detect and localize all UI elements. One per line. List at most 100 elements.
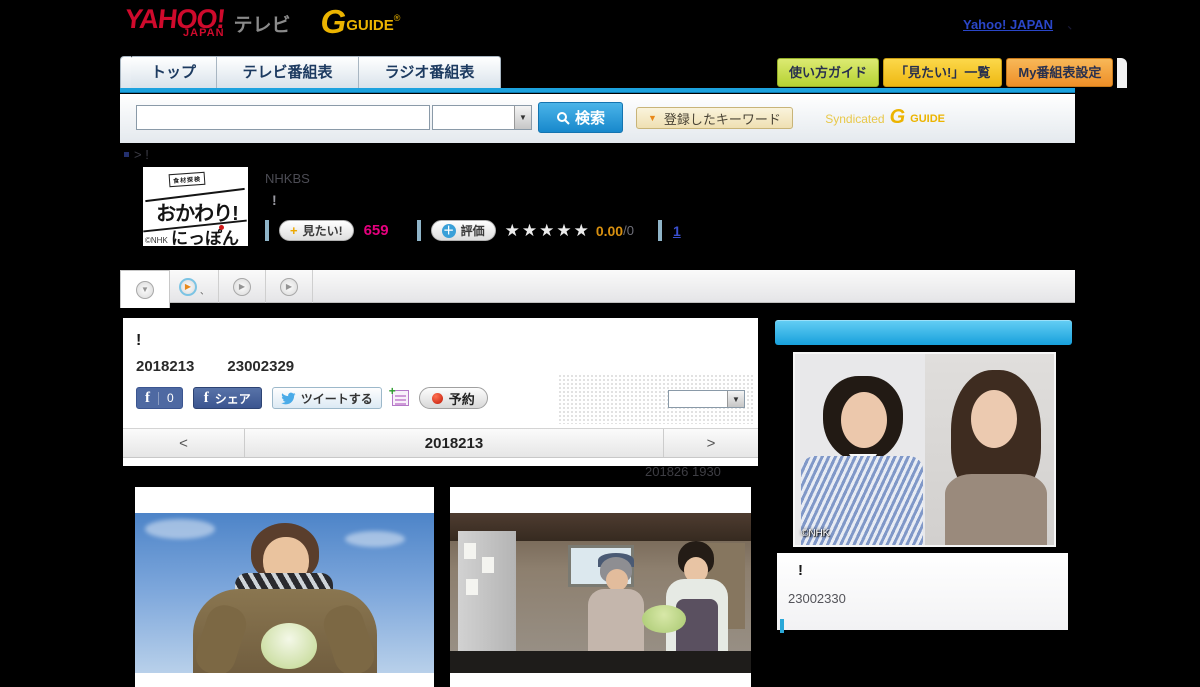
divider-bar	[265, 220, 269, 241]
sidebar-episode-panel: ! 23002330	[777, 553, 1068, 630]
select-value	[433, 106, 514, 129]
triangle-down-icon: ▼	[648, 113, 657, 123]
gguide-mini-text: GUIDE	[910, 113, 945, 125]
account-area: Yahoo! JAPAN 、	[963, 14, 1080, 33]
program-logo-image: 食材探検 おかわり! にっぽん ©NHK	[143, 167, 248, 246]
play-icon: ▶	[280, 278, 298, 296]
syndicated-gguide-logo: Syndicated G GUIDE	[825, 107, 945, 127]
registered-keywords-label: 登録したキーワード	[664, 109, 781, 128]
reserve-button-label: 予約	[449, 389, 475, 408]
gguide-logo-icon: G GUIDE ®	[321, 7, 401, 37]
star-rating-icons: ★★★★★	[505, 221, 591, 241]
breadcrumb-icon	[124, 152, 129, 157]
tweet-button-label: ツイートする	[301, 390, 373, 407]
registered-keywords-button[interactable]: ▼ 登録したキーワード	[636, 107, 793, 129]
spacer	[194, 358, 227, 375]
photo-caption	[135, 487, 434, 513]
my-listings-settings-button[interactable]: My番組表設定	[1006, 58, 1113, 87]
usage-guide-button[interactable]: 使い方ガイド	[777, 58, 879, 87]
episode-time: 23002329	[227, 358, 294, 375]
breadcrumb: > !	[124, 147, 149, 162]
mitai-list-button[interactable]: 「見たい!」一覧	[883, 58, 1002, 87]
search-input[interactable]	[136, 105, 430, 130]
gguide-mini-g: G	[890, 107, 906, 127]
yahoo-japan-tv-logo[interactable]: YAHOO! JAPAN テレビ G GUIDE ®	[125, 6, 400, 39]
chevron-down-icon: ▼	[514, 106, 531, 129]
nav-left-edge	[120, 56, 131, 89]
search-section: ▼ 検索 ▼ 登録したキーワード Syndicated G GUIDE	[120, 94, 1075, 143]
nhk-copyright: ©NHK	[801, 528, 829, 539]
episode-photo-card	[450, 487, 751, 687]
yahoo-logo-text: YAHOO!	[124, 6, 226, 32]
media-tab-video-2[interactable]: ▶	[219, 270, 266, 303]
divider	[158, 392, 159, 405]
facebook-like-count: 0	[167, 391, 174, 405]
nav-tab-top[interactable]: トップ	[131, 56, 217, 89]
facebook-share-button[interactable]: f シェア	[193, 387, 262, 409]
rating-denominator: /0	[623, 223, 634, 238]
media-tab-video-1[interactable]: ▶ 、	[170, 270, 219, 303]
divider-bar	[658, 220, 662, 241]
select-value	[669, 391, 727, 407]
facebook-icon: f	[145, 390, 150, 407]
rate-button[interactable]: ＋ 評価	[431, 220, 496, 241]
next-airing-text: 201826 1930	[645, 464, 721, 479]
nav-right-edge	[1117, 58, 1127, 88]
divider-bar	[417, 220, 421, 241]
record-dot-icon	[432, 393, 443, 404]
search-category-select[interactable]: ▼	[432, 105, 532, 130]
mitai-button[interactable]: + 見たい!	[279, 220, 354, 241]
nhk-copyright: ©NHK	[145, 236, 168, 245]
down-arrow-icon: ▼	[136, 281, 154, 299]
media-tab-info[interactable]: ▼	[120, 270, 170, 308]
episode-select[interactable]: ▼	[668, 390, 745, 408]
photo-caption	[450, 487, 751, 513]
rate-button-label: 評価	[461, 222, 485, 239]
tv-label: テレビ	[234, 10, 291, 37]
search-button[interactable]: 検索	[538, 102, 623, 133]
search-button-label: 検索	[575, 107, 605, 128]
twitter-bird-icon	[281, 392, 296, 405]
chevron-down-icon: ▼	[727, 391, 744, 407]
nav-accent-bar	[120, 88, 1075, 93]
section-accent-bar	[780, 619, 784, 633]
review-count-link[interactable]: 1	[673, 223, 681, 239]
breadcrumb-text: > !	[134, 147, 149, 162]
logo-stamp-text: 食材探検	[169, 172, 206, 187]
main-nav: トップ テレビ番組表 ラジオ番組表	[120, 55, 501, 89]
media-tab-note: 、	[200, 284, 209, 297]
nav-buttons: 使い方ガイド 「見たい!」一覧 My番組表設定	[777, 57, 1127, 88]
facebook-share-label: シェア	[215, 390, 251, 407]
rating-score: 0.00	[596, 223, 623, 239]
nav-tab-radio-listings[interactable]: ラジオ番組表	[359, 56, 501, 89]
prev-date-button[interactable]: <	[123, 429, 245, 457]
plus-icon: ＋	[442, 224, 456, 238]
episode-title: !	[136, 332, 141, 350]
account-suffix: 、	[1067, 17, 1080, 32]
nav-tab-tv-listings[interactable]: テレビ番組表	[217, 56, 359, 89]
sidebar-episode-time: 23002330	[788, 591, 846, 606]
yahoo-japan-link[interactable]: Yahoo! JAPAN	[963, 17, 1053, 32]
syndicated-text: Syndicated	[825, 112, 884, 126]
tweet-button[interactable]: ツイートする	[272, 387, 382, 409]
sidebar-episode-title: !	[798, 562, 803, 579]
gguide-text: GUIDE	[346, 17, 394, 34]
cast-photo: ©NHK	[793, 352, 1056, 547]
program-title: !	[272, 192, 277, 208]
gguide-reg: ®	[394, 13, 401, 23]
play-icon: ▶	[179, 278, 197, 296]
calendar-add-icon[interactable]: +	[392, 390, 409, 406]
media-tab-video-3[interactable]: ▶	[266, 270, 313, 303]
episode-photo-kitchen	[450, 513, 751, 673]
yahoo-logo-icon: YAHOO! JAPAN	[125, 6, 225, 39]
facebook-like-button[interactable]: f 0	[136, 387, 183, 409]
program-channel: NHKBS	[265, 171, 310, 186]
episode-photo-card	[135, 487, 434, 687]
mitai-button-label: 見たい!	[303, 222, 343, 239]
reserve-button[interactable]: 予約	[419, 387, 488, 409]
next-date-button[interactable]: >	[663, 429, 758, 457]
red-accent-dot	[219, 225, 224, 230]
plus-icon: +	[290, 223, 298, 238]
logo-title-line2: にっぽん	[171, 224, 239, 246]
episode-panel: ! 2018213 23002329 f 0 f シェア ツイートする + 予約	[123, 318, 758, 466]
